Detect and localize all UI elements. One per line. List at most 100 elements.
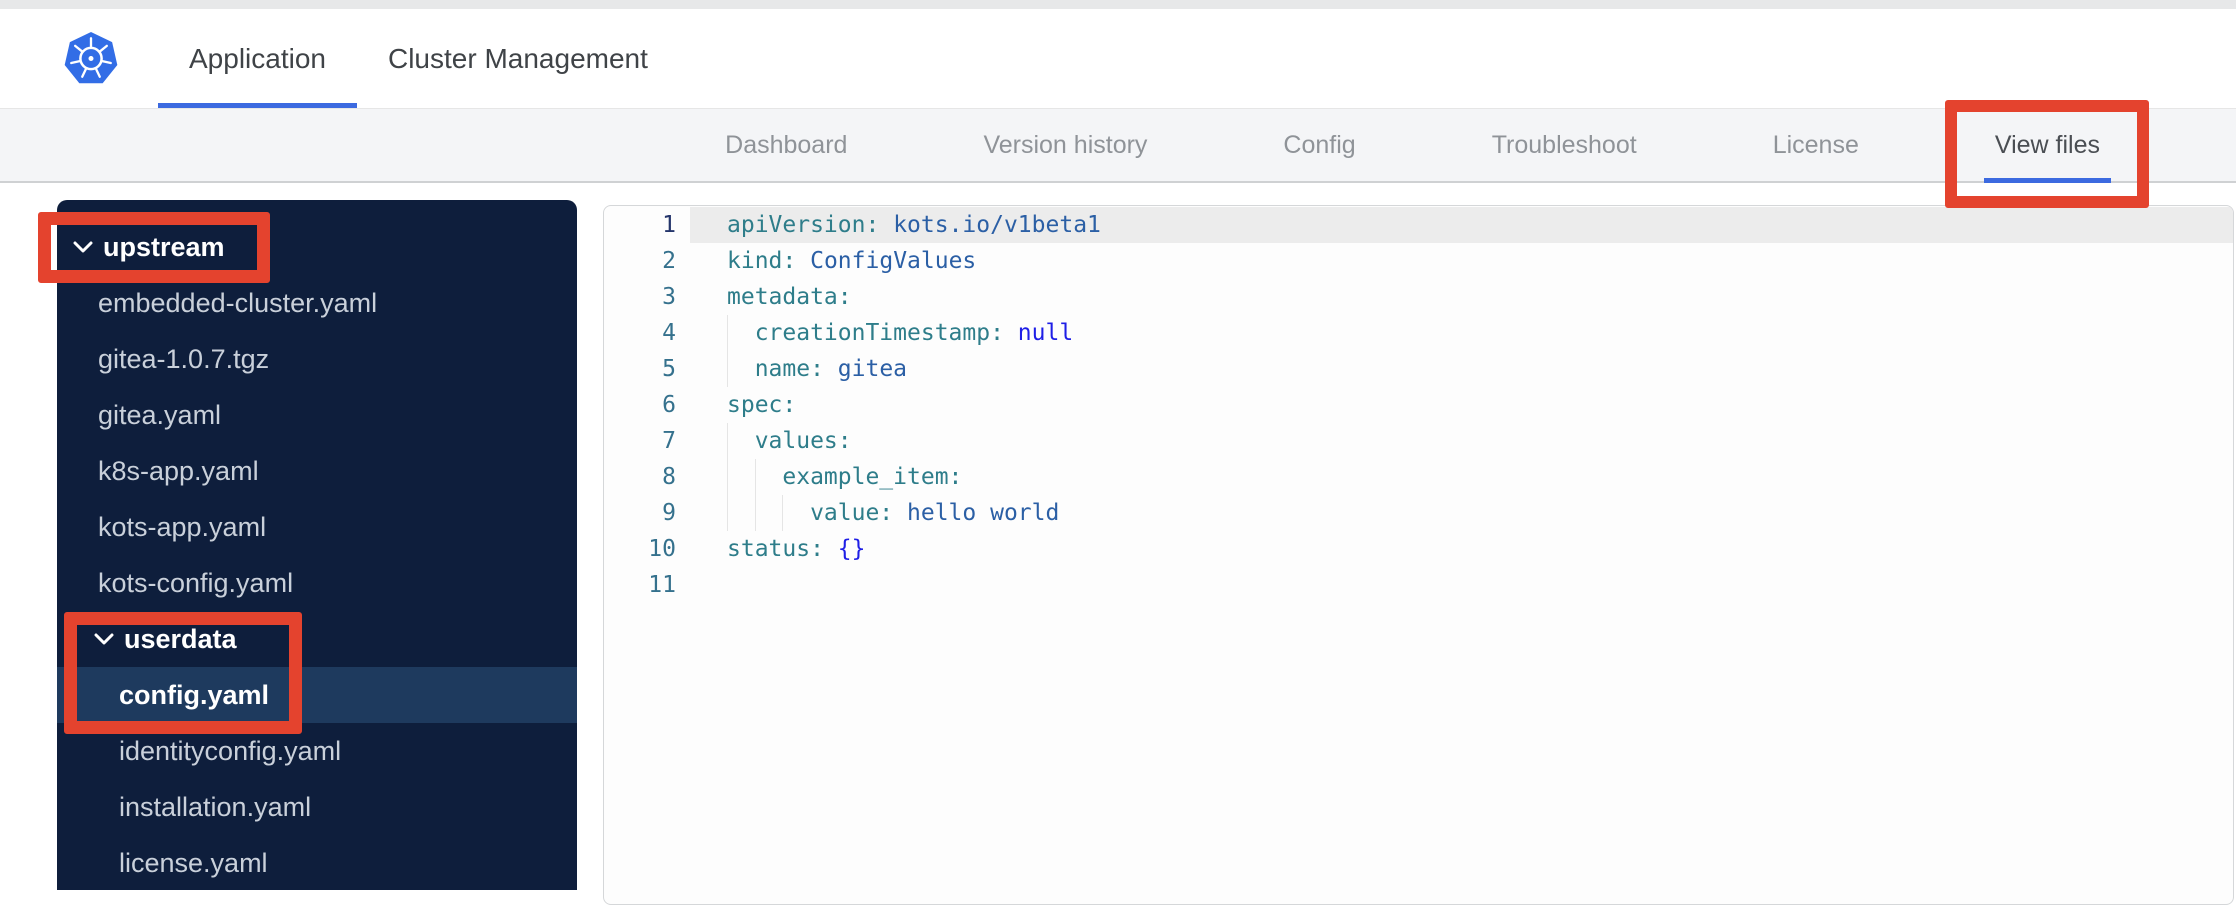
tree-file-gitea-1-0-7-tgz[interactable]: gitea-1.0.7.tgz xyxy=(57,331,577,387)
nav-tab-license[interactable]: License xyxy=(1773,109,1859,181)
tree-file-kots-config-yaml[interactable]: kots-config.yaml xyxy=(57,555,577,611)
code-line: 1 apiVersion: kots.io/v1beta1 xyxy=(604,207,2233,243)
code-line: 4 creationTimestamp: null xyxy=(604,315,2233,351)
code-token: kind: xyxy=(727,248,797,274)
indent-guide xyxy=(727,315,755,351)
tree-item-label: identityconfig.yaml xyxy=(119,735,342,766)
tree-item-label: kots-config.yaml xyxy=(98,567,294,598)
code-token: hello world xyxy=(907,500,1060,526)
indent-guide xyxy=(727,423,755,459)
code-line-content: spec: xyxy=(690,387,2233,423)
header-tabs: Application Cluster Management xyxy=(158,9,679,108)
nav-tab-label: Troubleshoot xyxy=(1491,130,1637,159)
kubernetes-logo-icon xyxy=(64,30,118,88)
indent-guide xyxy=(755,459,783,495)
nav-tab-view-files[interactable]: View files xyxy=(1945,100,2150,208)
indent-guide xyxy=(727,351,755,387)
header-tab-cluster-management[interactable]: Cluster Management xyxy=(357,9,679,108)
code-line: 5 name: gitea xyxy=(604,351,2233,387)
header-tab-label: Cluster Management xyxy=(387,42,648,74)
code-token: gitea xyxy=(837,356,908,382)
code-editor[interactable]: 1 apiVersion: kots.io/v1beta1 2 kind: Confi… xyxy=(603,205,2234,905)
code-token: apiVersion: xyxy=(727,212,880,238)
chevron-down-icon xyxy=(94,633,114,646)
code-token: status: xyxy=(727,536,824,562)
tree-file-config-yaml[interactable]: config.yaml xyxy=(57,667,577,723)
code-line: 7 values: xyxy=(604,423,2233,459)
code-token: example_item: xyxy=(782,464,963,490)
header-tab-application[interactable]: Application xyxy=(158,9,357,108)
tree-item-label: gitea.yaml xyxy=(98,399,222,430)
code-token: ConfigValues xyxy=(810,248,977,274)
code-line: 8 example_item: xyxy=(604,459,2233,495)
line-number: 11 xyxy=(648,572,676,598)
nav-tab-label: Version history xyxy=(983,130,1148,159)
tree-file-embedded-cluster-yaml[interactable]: embedded-cluster.yaml xyxy=(57,275,577,331)
code-line: 9 value: hello world xyxy=(604,495,2233,531)
line-number: 9 xyxy=(662,500,676,526)
chevron-down-icon xyxy=(73,241,93,254)
code-line-content: name: gitea xyxy=(690,351,2233,387)
code-line: 11 xyxy=(604,567,2233,603)
code-token: {} xyxy=(837,536,866,562)
app-subnav: Dashboard Version history Config Troublesho… xyxy=(0,100,2236,208)
nav-tab-label: Config xyxy=(1283,130,1356,159)
line-number: 7 xyxy=(662,428,676,454)
code-token: null xyxy=(1017,320,1074,346)
code-line: 2 kind: ConfigValues xyxy=(604,243,2233,279)
app-header: Application Cluster Management xyxy=(0,9,2236,108)
tree-item-label: kots-app.yaml xyxy=(98,511,267,542)
window-top-edge xyxy=(0,0,2236,9)
tree-item-label: config.yaml xyxy=(119,679,270,710)
code-line-content: value: hello world xyxy=(690,495,2233,531)
tree-file-license-yaml[interactable]: license.yaml xyxy=(57,835,577,891)
line-number: 5 xyxy=(662,356,676,382)
code-line-content: example_item: xyxy=(690,459,2233,495)
code-token: creationTimestamp: xyxy=(754,320,1004,346)
nav-tab-troubleshoot[interactable]: Troubleshoot xyxy=(1492,109,1637,181)
code-line: 10 status: {} xyxy=(604,531,2233,567)
tree-file-k8s-app-yaml[interactable]: k8s-app.yaml xyxy=(57,443,577,499)
tree-item-label: embedded-cluster.yaml xyxy=(98,287,378,318)
line-number: 2 xyxy=(662,248,676,274)
tree-file-gitea-yaml[interactable]: gitea.yaml xyxy=(57,387,577,443)
line-number: 1 xyxy=(662,212,676,238)
code-line-content: metadata: xyxy=(690,279,2233,315)
code-token: value: xyxy=(810,500,894,526)
tree-item-label: k8s-app.yaml xyxy=(98,455,259,486)
tree-file-installation-yaml[interactable]: installation.yaml xyxy=(57,779,577,835)
tree-folder-upstream[interactable]: upstream xyxy=(38,212,577,283)
code-line-content: apiVersion: kots.io/v1beta1 xyxy=(690,207,2233,243)
tree-folder-userdata[interactable]: userdata xyxy=(57,611,577,734)
line-number: 6 xyxy=(662,392,676,418)
code-token: values: xyxy=(754,428,852,454)
nav-tab-dashboard[interactable]: Dashboard xyxy=(725,109,847,181)
nav-tab-label: Dashboard xyxy=(725,130,848,159)
tree-item-label: upstream xyxy=(103,231,225,262)
line-number: 4 xyxy=(662,320,676,346)
code-token: metadata: xyxy=(727,284,852,310)
code-line: 3 metadata: xyxy=(604,279,2233,315)
code-token: spec: xyxy=(727,392,797,418)
code-token: name: xyxy=(754,356,824,382)
indent-guide xyxy=(727,459,755,495)
tree-file-identityconfig-yaml[interactable]: identityconfig.yaml xyxy=(57,723,577,779)
indent-guide xyxy=(755,495,783,531)
code-line-content xyxy=(690,567,2233,603)
code-line-content: creationTimestamp: null xyxy=(690,315,2233,351)
code-token: kots.io/v1beta1 xyxy=(893,212,1101,238)
nav-tab-version-history[interactable]: Version history xyxy=(983,109,1147,181)
nav-tab-label: License xyxy=(1772,130,1859,159)
nav-tab-label: View files xyxy=(1994,130,2100,159)
line-number: 10 xyxy=(648,536,676,562)
code-line: 6 spec: xyxy=(604,387,2233,423)
nav-tab-config[interactable]: Config xyxy=(1283,109,1355,181)
line-number: 8 xyxy=(662,464,676,490)
tree-item-label: installation.yaml xyxy=(119,791,312,822)
line-number: 3 xyxy=(662,284,676,310)
tree-file-kots-app-yaml[interactable]: kots-app.yaml xyxy=(57,499,577,555)
